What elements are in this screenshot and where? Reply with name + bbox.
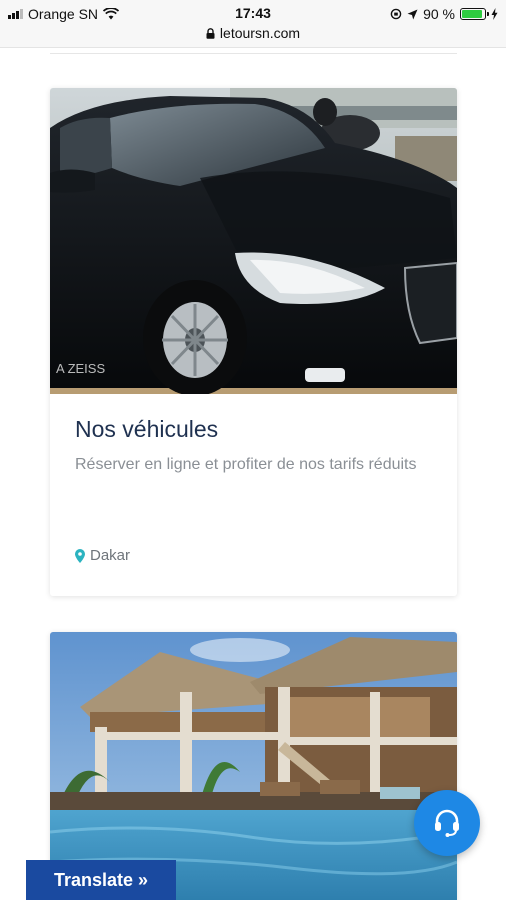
previous-card-edge [50, 48, 457, 54]
location-arrow-icon [407, 9, 418, 19]
status-right: 90 % [390, 5, 498, 23]
status-bar: Orange SN 17:43 90 % letoursn.com [0, 0, 506, 48]
lock-icon [206, 27, 215, 39]
location-label: Dakar [90, 547, 131, 564]
car-image[interactable]: A ZEISS [50, 88, 457, 394]
battery-icon [460, 8, 489, 20]
url-text: letoursn.com [219, 25, 301, 41]
orientation-lock-icon [390, 8, 402, 20]
vehicles-card[interactable]: A ZEISS Nos véhicules Réserver en ligne … [50, 88, 457, 596]
translate-button[interactable]: Translate » [26, 860, 176, 900]
battery-percent: 90 % [423, 6, 455, 22]
card-title[interactable]: Nos véhicules [75, 416, 218, 443]
battery-fill [462, 10, 482, 18]
charging-bolt-icon [491, 8, 498, 20]
card-description: Réserver en ligne et profiter de nos tar… [75, 456, 417, 473]
card-location: Dakar [75, 547, 130, 564]
address-bar[interactable]: letoursn.com [0, 25, 506, 41]
support-chat-button[interactable] [414, 790, 480, 856]
location-pin-icon [75, 548, 85, 563]
image-watermark: A ZEISS [56, 361, 105, 376]
headset-icon [435, 809, 459, 837]
